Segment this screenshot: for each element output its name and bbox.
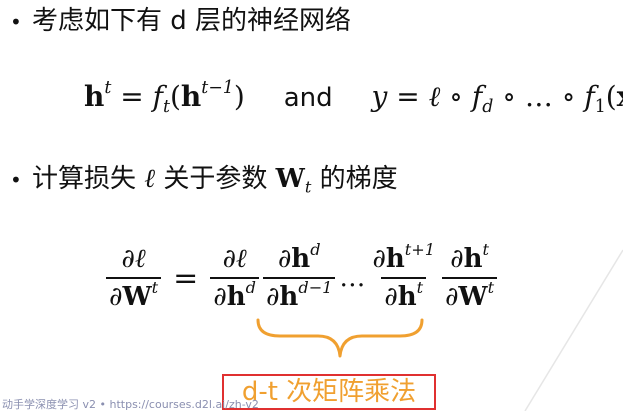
- superscript-t-minus-1: t−1: [201, 77, 234, 98]
- subscript-t: t: [162, 97, 170, 118]
- bullet-text-suffix: 的梯度: [319, 164, 398, 194]
- symbol-ell: ℓ: [428, 80, 441, 113]
- chain-rule-formula: ∂ℓ ∂Wt = ∂ℓ ∂hd ∂hd ∂hd−1 … ∂ht+1 ∂ht ∂h…: [104, 233, 499, 323]
- and-word: and: [283, 83, 333, 113]
- bullet-text-middle: 关于参数: [163, 164, 268, 194]
- compose-operator: ∘: [552, 80, 585, 113]
- slide: • 考虑如下有 d 层的神经网络 ht = ft(ht−1) and y = ℓ …: [0, 0, 623, 411]
- left-paren: (: [605, 80, 617, 113]
- footer-course-link[interactable]: 动手学深度学习 v2 • https://courses.d2l.ai/zh-v…: [2, 396, 259, 412]
- right-paren: ): [233, 80, 245, 113]
- bullet-network-definition: • 考虑如下有 d 层的神经网络: [10, 6, 351, 37]
- symbol-f: f: [471, 80, 483, 113]
- ellipsis: …: [339, 263, 366, 293]
- equals-sign: =: [111, 80, 153, 113]
- compose-operator: ∘: [493, 80, 525, 113]
- symbol-f: f: [152, 80, 163, 113]
- fraction-dhd-dhd-1: ∂hd ∂hd−1: [262, 241, 336, 312]
- symbol-x: x: [617, 80, 623, 113]
- symbol-h: h: [180, 80, 202, 113]
- fraction-dl-dhd: ∂ℓ ∂hd: [210, 244, 259, 312]
- symbol-W: W: [275, 164, 305, 194]
- left-paren: (: [169, 80, 181, 113]
- fraction-dht-dWt: ∂ht ∂Wt: [441, 241, 498, 312]
- ellipsis: …: [524, 80, 553, 113]
- subscript-d: d: [482, 97, 494, 118]
- compose-operator: ∘: [440, 80, 472, 113]
- bullet-dot: •: [10, 10, 22, 34]
- symbol-y: y: [371, 80, 388, 113]
- bullet-dot: •: [10, 168, 22, 192]
- subscript-1: 1: [594, 97, 606, 118]
- bullet-gradient-question: • 计算损失 ℓ 关于参数 Wt 的梯度: [10, 164, 398, 195]
- curly-brace-icon: [256, 318, 424, 358]
- equals-sign: =: [387, 80, 429, 113]
- fraction-dl-dWt: ∂ℓ ∂Wt: [106, 244, 162, 312]
- fraction-dht+1-dht: ∂ht+1 ∂ht: [372, 239, 435, 312]
- bullet-text-prefix: 计算损失: [32, 164, 137, 194]
- symbol-f: f: [584, 80, 595, 113]
- bullet-text: 考虑如下有 d 层的神经网络: [32, 6, 352, 36]
- symbol-ell: ℓ: [144, 164, 156, 194]
- symbol-h: h: [84, 80, 105, 113]
- equals-sign: =: [173, 260, 199, 296]
- layer-recursion-formula: ht = ft(ht−1) and y = ℓ ∘ fd ∘ … ∘ f1(x): [84, 77, 623, 118]
- subscript-t: t: [304, 177, 312, 197]
